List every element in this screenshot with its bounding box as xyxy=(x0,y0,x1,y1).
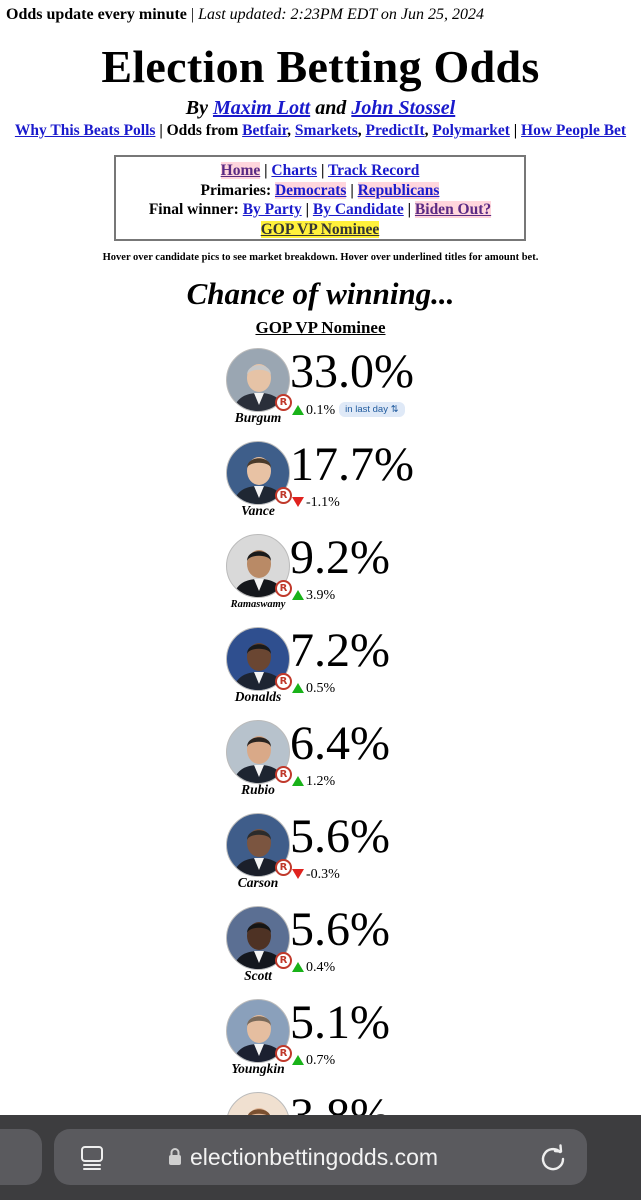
info-links-bar: Why This Beats Polls | Odds from Betfair… xyxy=(14,122,627,139)
daily-change: -1.1% xyxy=(292,495,340,511)
nav-republicans-link[interactable]: Republicans xyxy=(358,182,440,199)
candidate-row: R Rubio 6.4% 1.2% xyxy=(224,717,464,806)
nav-charts-link[interactable]: Charts xyxy=(271,162,317,179)
change-value: 3.9% xyxy=(306,588,336,603)
chevron-updown-icon: ⇅ xyxy=(387,404,399,415)
candidate-name: Vance xyxy=(241,503,275,518)
daily-change: -0.3% xyxy=(292,867,340,883)
lock-icon xyxy=(169,1148,181,1165)
change-value: 0.1% xyxy=(306,403,336,418)
candidate-name: Donalds xyxy=(234,689,282,704)
win-probability: 17.7% xyxy=(290,438,414,491)
candidate-name: Carson xyxy=(237,875,279,890)
primaries-label: Primaries: xyxy=(200,181,275,199)
final-winner-label: Final winner: xyxy=(148,201,243,218)
up-arrow-icon xyxy=(292,776,304,786)
win-probability: 5.6% xyxy=(290,810,390,863)
last-updated-text: Last updated: 2:23PM EDT on Jun 25, 2024 xyxy=(198,6,485,23)
candidate-row: R Scott 5.6% 0.4% xyxy=(224,903,464,992)
win-probability: 5.6% xyxy=(290,903,390,956)
chance-of-winning-heading: Chance of winning... xyxy=(186,276,455,311)
candidate-row: R Youngkin 5.1% 0.7% xyxy=(224,996,464,1085)
navigation-box: Home | Charts | Track Record Primaries: … xyxy=(114,155,526,241)
nav-track-record-link[interactable]: Track Record xyxy=(328,162,419,179)
byline: By Maxim Lott and John Stossel xyxy=(0,97,641,120)
nav-by-party-link[interactable]: By Party xyxy=(243,201,302,218)
byline-and: and xyxy=(310,97,352,119)
how-people-bet-link[interactable]: How People Bet xyxy=(521,122,626,139)
nav-row-final: Final winner: By Party | By Candidate | … xyxy=(148,201,492,218)
hover-hint-text: Hover over candidate pics to see market … xyxy=(102,252,539,263)
change-value: 1.2% xyxy=(306,774,336,789)
previous-tab-stub[interactable] xyxy=(0,1129,42,1185)
change-value: -0.3% xyxy=(306,867,340,882)
update-frequency-text: Odds update every minute xyxy=(6,6,187,23)
candidate-row: R Vance 17.7% -1.1% xyxy=(224,438,464,527)
betfair-link[interactable]: Betfair xyxy=(242,122,287,139)
change-value: -1.1% xyxy=(306,495,340,510)
down-arrow-icon xyxy=(292,497,304,507)
candidate-name: Scott xyxy=(244,968,272,983)
candidate-name: Rubio xyxy=(241,782,275,797)
daily-change: 1.2% xyxy=(292,774,335,790)
page-title: Election Betting Odds xyxy=(101,41,540,92)
up-arrow-icon xyxy=(292,405,304,415)
predictit-link[interactable]: PredictIt xyxy=(366,122,425,139)
up-arrow-icon xyxy=(292,962,304,972)
win-probability: 9.2% xyxy=(290,531,390,584)
win-probability: 6.4% xyxy=(290,717,390,770)
candidate-row: R Burgum 33.0% 0.1% in last day ⇅ xyxy=(224,345,464,434)
nav-gop-vp-nominee-link[interactable]: GOP VP Nominee xyxy=(260,220,380,238)
change-value: 0.4% xyxy=(306,960,336,975)
candidate-row: R Ramaswamy 9.2% 3.9% xyxy=(224,531,464,620)
daily-change: 0.5% xyxy=(292,681,335,697)
change-period-selector[interactable]: in last day ⇅ xyxy=(339,402,405,417)
daily-change: 0.1% in last day ⇅ xyxy=(292,402,405,419)
win-probability: 5.1% xyxy=(290,996,390,1049)
candidate-name: Burgum xyxy=(234,410,282,425)
daily-change: 3.9% xyxy=(292,588,335,604)
candidate-row: R Donalds 7.2% 0.5% xyxy=(224,624,464,713)
nav-row-vp: GOP VP Nominee xyxy=(116,220,524,240)
nav-home-link[interactable]: Home xyxy=(221,162,261,179)
change-value: 0.7% xyxy=(306,1053,336,1068)
nav-row-main: Home | Charts | Track Record xyxy=(220,162,420,179)
change-value: 0.5% xyxy=(306,681,336,696)
why-this-beats-polls-link[interactable]: Why This Beats Polls xyxy=(15,122,156,139)
up-arrow-icon xyxy=(292,683,304,693)
up-arrow-icon xyxy=(292,590,304,600)
url-text[interactable]: electionbettingodds.com xyxy=(190,1144,438,1171)
win-probability: 7.2% xyxy=(290,624,390,677)
browser-toolbar: electionbettingodds.com xyxy=(0,1115,641,1200)
nav-biden-out-link[interactable]: Biden Out? xyxy=(415,201,491,218)
daily-change: 0.4% xyxy=(292,960,335,976)
down-arrow-icon xyxy=(292,869,304,879)
update-status-line: Odds update every minute | Last updated:… xyxy=(6,6,484,24)
polymarket-link[interactable]: Polymarket xyxy=(432,122,509,139)
reload-icon[interactable] xyxy=(538,1143,568,1173)
odds-from-label: | Odds from xyxy=(155,122,243,139)
change-period-label: in last day xyxy=(345,404,388,415)
nav-row-primaries: Primaries: Democrats | Republicans xyxy=(200,181,440,199)
up-arrow-icon xyxy=(292,1055,304,1065)
candidate-row: R Carson 5.6% -0.3% xyxy=(224,810,464,899)
candidate-name: Youngkin xyxy=(231,1061,285,1076)
author-link-john-stossel[interactable]: John Stossel xyxy=(351,97,455,119)
tab-overview-icon[interactable] xyxy=(80,1145,104,1171)
candidate-name: Ramaswamy xyxy=(230,599,286,610)
win-probability: 33.0% xyxy=(290,345,414,398)
separator: | xyxy=(186,6,199,23)
smarkets-link[interactable]: Smarkets xyxy=(295,122,358,139)
nav-by-candidate-link[interactable]: By Candidate xyxy=(313,201,404,218)
market-title[interactable]: GOP VP Nominee xyxy=(0,318,641,338)
daily-change: 0.7% xyxy=(292,1053,335,1069)
author-link-maxim-lott[interactable]: Maxim Lott xyxy=(213,97,310,119)
byline-by: By xyxy=(185,97,213,119)
nav-democrats-link[interactable]: Democrats xyxy=(275,182,346,199)
